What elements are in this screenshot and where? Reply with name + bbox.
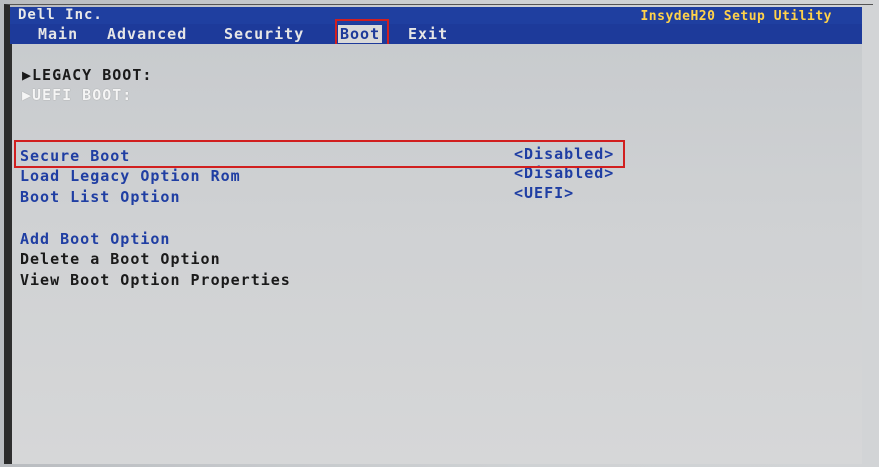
secure-boot-highlight bbox=[14, 140, 625, 168]
menu-main[interactable]: Main bbox=[36, 25, 80, 43]
boot-list-option-value[interactable]: <UEFI> bbox=[514, 184, 574, 202]
menu-bar: Main Advanced Security Boot Exit bbox=[10, 24, 862, 44]
boot-list-option-label[interactable]: Boot List Option bbox=[20, 188, 181, 206]
menu-advanced[interactable]: Advanced bbox=[105, 25, 189, 43]
boot-menu-highlight bbox=[335, 19, 389, 47]
vendor-name: Dell Inc. bbox=[18, 7, 103, 23]
menu-exit[interactable]: Exit bbox=[406, 25, 450, 43]
uefi-boot-group[interactable]: ▶UEFI BOOT: bbox=[22, 86, 132, 104]
load-legacy-option-rom-label[interactable]: Load Legacy Option Rom bbox=[20, 167, 241, 185]
title-bar: Dell Inc. InsydeH20 Setup Utility bbox=[10, 7, 862, 24]
boot-content-panel: ▶LEGACY BOOT: ▶UEFI BOOT: Secure Boot <D… bbox=[10, 44, 862, 464]
bios-screen: Dell Inc. InsydeH20 Setup Utility Main A… bbox=[0, 0, 879, 467]
menu-security[interactable]: Security bbox=[222, 25, 306, 43]
delete-boot-option[interactable]: Delete a Boot Option bbox=[20, 250, 221, 268]
legacy-boot-group[interactable]: ▶LEGACY BOOT: bbox=[22, 66, 152, 84]
product-name: InsydeH20 Setup Utility bbox=[640, 9, 832, 24]
view-boot-option-properties[interactable]: View Boot Option Properties bbox=[20, 271, 291, 289]
add-boot-option[interactable]: Add Boot Option bbox=[20, 230, 170, 248]
